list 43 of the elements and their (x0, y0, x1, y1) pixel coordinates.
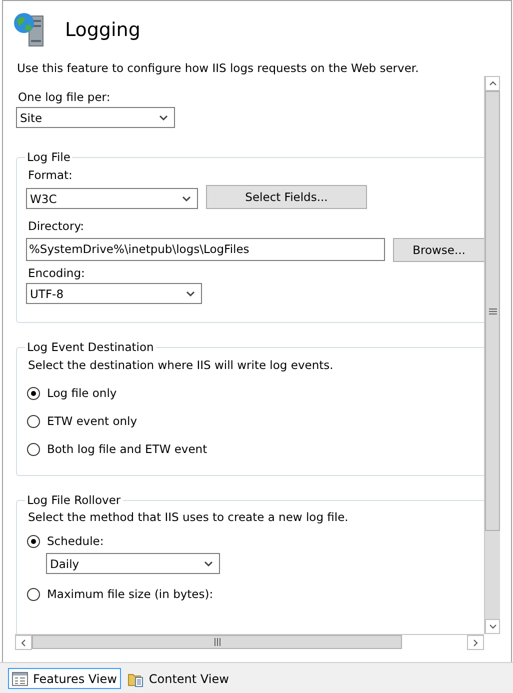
page-title: Logging (65, 19, 140, 41)
radio-button[interactable] (27, 534, 40, 548)
dropdown[interactable]: UTF-8 (26, 283, 202, 304)
grip-icon (214, 638, 220, 646)
description: Use this feature to configure how IIS logs requests on the Web server. (17, 61, 420, 75)
dropdown[interactable]: Site (16, 107, 175, 128)
chevron-down-icon (182, 196, 191, 202)
chevron-down-icon (186, 290, 195, 296)
radio-button[interactable] (27, 414, 40, 428)
radio-label: Schedule: (47, 534, 104, 548)
radio-label: ETW event only (47, 414, 138, 428)
chevron-down-icon (159, 114, 168, 120)
view-tab[interactable]: Features View (8, 668, 121, 689)
radio-label: Maximum file size (in bytes): (47, 587, 214, 601)
group-description: Select the destination where IIS will write log events. (27, 357, 334, 374)
radio-label: Both log file and ETW event (47, 442, 208, 456)
features-grid-icon (12, 672, 28, 686)
radio-button[interactable] (27, 588, 40, 600)
field-label: Encoding: (27, 265, 86, 280)
radio-label: Log file only (47, 386, 117, 400)
scroll-down-icon[interactable] (488, 624, 496, 629)
scroll-right-icon[interactable] (473, 638, 478, 646)
field-label: One log file per: (17, 89, 112, 104)
group-description: Select the method that IIS uses to create a new log file. (27, 509, 350, 526)
group-title: Log File Rollover (26, 493, 122, 507)
horizontal-scrollbar[interactable] (15, 634, 484, 649)
field-label: Format: (27, 167, 74, 182)
browse-button[interactable]: Browse... (393, 238, 484, 262)
vertical-scrollbar[interactable] (484, 76, 500, 634)
radio-button[interactable] (27, 386, 40, 400)
group-title: Log Event Destination (26, 340, 155, 354)
dropdown[interactable]: Daily (46, 553, 220, 574)
select-fields-button[interactable]: Select Fields... (206, 185, 367, 209)
scroll-up-icon[interactable] (488, 81, 496, 86)
view-tab[interactable]: Content View (124, 668, 233, 689)
grip-icon (488, 308, 496, 314)
scroll-left-icon[interactable] (21, 638, 26, 646)
chevron-down-icon (204, 560, 213, 566)
field-label: Directory: (27, 218, 86, 233)
dropdown[interactable]: W3C (26, 188, 198, 209)
radio-button[interactable] (27, 442, 40, 456)
directory-field[interactable]: %SystemDrive%\inetpub\logs\LogFiles (26, 238, 385, 260)
group-title: Log File (26, 150, 72, 164)
